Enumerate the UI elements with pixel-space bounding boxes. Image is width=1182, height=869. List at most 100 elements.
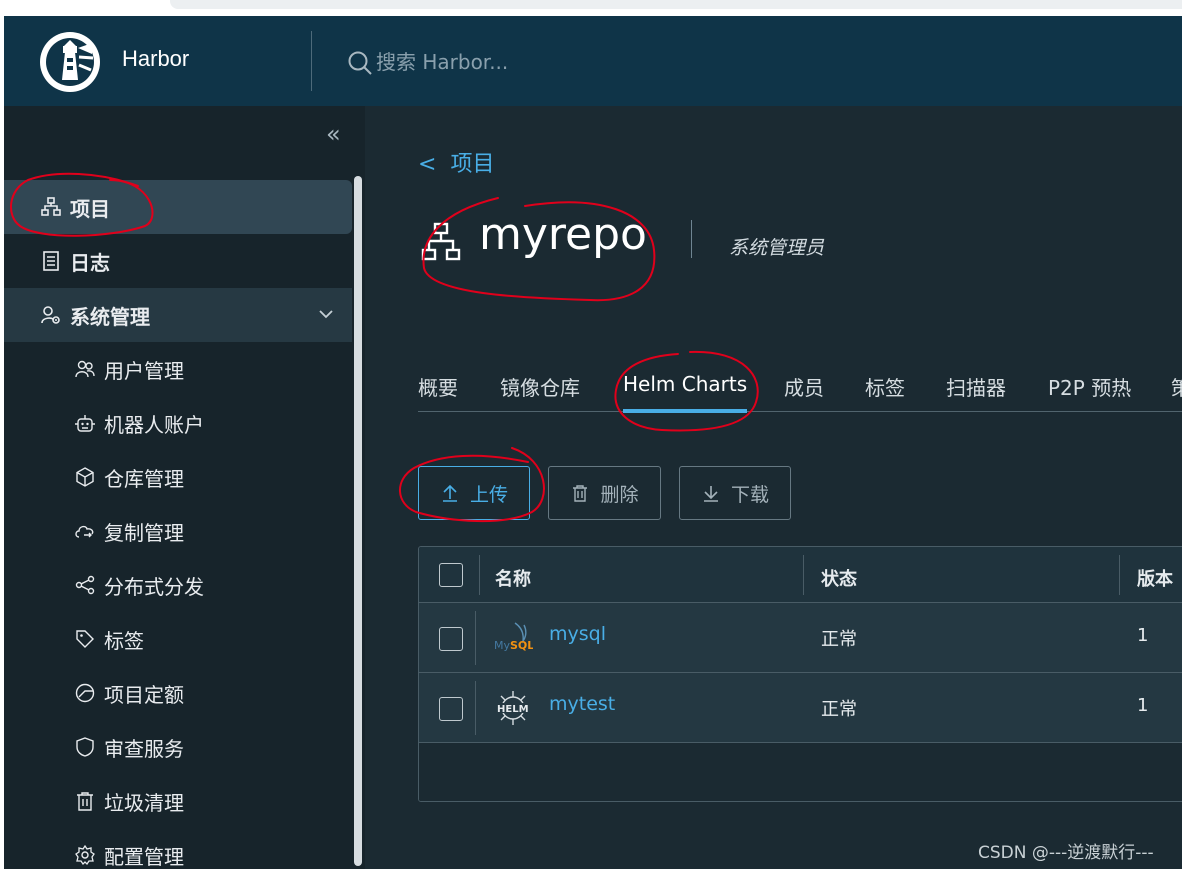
sidebar-item-config[interactable]: 配置管理 [4, 828, 352, 869]
select-all-checkbox[interactable] [439, 563, 463, 587]
sidebar-item-replication[interactable]: 复制管理 [4, 504, 352, 558]
harbor-logo-icon[interactable] [40, 32, 100, 92]
sidebar-item-label: 用户管理 [104, 358, 184, 383]
brand-name: Harbor [122, 46, 190, 71]
trash-icon [573, 485, 588, 502]
chart-name-link[interactable]: mytest [549, 693, 615, 715]
watermark-text: CSDN @---逆渡默行--- [978, 843, 1154, 863]
row-separator [475, 681, 476, 735]
column-header-status[interactable]: 状态 [821, 565, 857, 591]
sidebar-item-label: 项目定额 [104, 682, 184, 707]
sidebar-item-gc[interactable]: 垃圾清理 [4, 774, 352, 828]
chart-status: 正常 [821, 699, 857, 720]
log-icon [43, 251, 59, 271]
download-button[interactable]: 下载 [679, 466, 791, 520]
tab-helm-charts[interactable]: Helm Charts [623, 372, 747, 396]
charts-table: 名称 状态 版本 My SQL mysql 正常 1 HELM mytest 正… [418, 546, 1182, 802]
svg-text:HELM: HELM [497, 704, 529, 715]
sidebar-item-label: 审查服务 [104, 736, 184, 761]
download-button-label: 下载 [730, 483, 769, 506]
sidebar-item-quotas[interactable]: 项目定额 [4, 666, 352, 720]
search-icon [348, 51, 372, 75]
chart-status: 正常 [821, 629, 857, 650]
shield-icon [76, 737, 94, 757]
sidebar-item-label: 标签 [104, 628, 144, 653]
sidebar-item-label: 机器人账户 [104, 412, 204, 437]
users-icon [75, 360, 95, 378]
table-row[interactable]: HELM mytest 正常 1 [419, 673, 1182, 743]
chart-version: 1 [1137, 695, 1149, 716]
tag-icon [76, 630, 94, 648]
sidebar-item-users[interactable]: 用户管理 [4, 342, 352, 396]
search-input[interactable] [376, 48, 776, 76]
column-separator [1119, 555, 1120, 595]
column-separator [479, 555, 480, 595]
registry-icon [76, 467, 94, 487]
svg-text:SQL: SQL [510, 639, 533, 652]
sidebar-item-logs[interactable]: 日志 [4, 234, 352, 288]
sidebar-item-label: 项目 [70, 196, 110, 221]
back-to-projects-link[interactable]: < 项目 [418, 146, 494, 178]
role-label: 系统管理员 [729, 237, 825, 259]
browser-tab-shape [170, 0, 1182, 9]
gear-icon [75, 844, 95, 866]
column-header-version[interactable]: 版本 [1137, 565, 1173, 591]
header-divider [311, 31, 312, 91]
browser-strip [0, 0, 1182, 16]
sidebar-item-label: 日志 [70, 250, 110, 275]
upload-icon [442, 484, 457, 502]
sidebar-item-label: 配置管理 [104, 844, 184, 869]
tab-p2p-preheat[interactable]: P2P 预热 [1048, 372, 1131, 401]
chart-version: 1 [1137, 625, 1149, 646]
table-footer [419, 743, 1182, 801]
back-link-label: 项目 [450, 152, 495, 177]
download-icon [703, 486, 718, 502]
sidebar-item-interrogation[interactable]: 审查服务 [4, 720, 352, 774]
helm-logo-icon: HELM [496, 691, 530, 725]
replication-icon [75, 525, 94, 538]
tab-labels[interactable]: 标签 [865, 372, 905, 401]
tab-summary[interactable]: 概要 [418, 372, 458, 401]
delete-button-label: 删除 [600, 483, 639, 506]
tab-repositories[interactable]: 镜像仓库 [500, 372, 580, 401]
sidebar-item-projects[interactable]: 项目 [4, 180, 352, 234]
quota-icon [75, 683, 95, 703]
project-tabs: 概要 镜像仓库 Helm Charts 成员 标签 扫描器 P2P 预热 策 [418, 354, 1182, 413]
sidebar-scrollbar[interactable] [354, 176, 362, 866]
sidebar-item-admin[interactable]: 系统管理 [4, 288, 352, 342]
project-icon [41, 197, 61, 216]
sidebar-item-distribution[interactable]: 分布式分发 [4, 558, 352, 612]
upload-button-label: 上传 [469, 483, 508, 506]
row-checkbox[interactable] [439, 627, 463, 651]
sidebar-collapse-button[interactable]: « [326, 120, 341, 148]
sidebar-item-label: 垃圾清理 [104, 790, 184, 815]
active-tab-indicator [623, 409, 747, 413]
chart-name-link[interactable]: mysql [549, 623, 606, 645]
row-checkbox[interactable] [439, 697, 463, 721]
sidebar-item-robots[interactable]: 机器人账户 [4, 396, 352, 450]
harbor-app: Harbor « 项目 日志 系统管理 用户管理 机器人账户 [4, 16, 1182, 869]
column-header-name[interactable]: 名称 [495, 565, 531, 591]
sidebar-item-label: 分布式分发 [104, 574, 204, 599]
tab-policy[interactable]: 策 [1171, 372, 1182, 401]
row-separator [475, 611, 476, 665]
robot-icon [75, 415, 95, 432]
sidebar-item-registries[interactable]: 仓库管理 [4, 450, 352, 504]
tab-members[interactable]: 成员 [784, 372, 824, 401]
project-icon [421, 222, 461, 261]
upload-button[interactable]: 上传 [418, 466, 530, 520]
sidebar-item-label: 仓库管理 [104, 466, 184, 491]
trash-icon [77, 792, 93, 811]
table-header: 名称 状态 版本 [419, 547, 1182, 603]
delete-button[interactable]: 删除 [548, 466, 661, 520]
tab-scanner[interactable]: 扫描器 [946, 372, 1006, 401]
main-content: < 项目 myrepo 系统管理员 概要 镜像仓库 Helm Charts 成员 … [365, 106, 1182, 869]
sidebar-item-label: 复制管理 [104, 520, 184, 545]
svg-text:My: My [494, 639, 510, 652]
title-divider [691, 220, 692, 258]
column-separator [803, 555, 804, 595]
sidebar-item-labels[interactable]: 标签 [4, 612, 352, 666]
table-row[interactable]: My SQL mysql 正常 1 [419, 603, 1182, 673]
admin-icon [41, 306, 60, 324]
chevron-down-icon [319, 310, 333, 319]
